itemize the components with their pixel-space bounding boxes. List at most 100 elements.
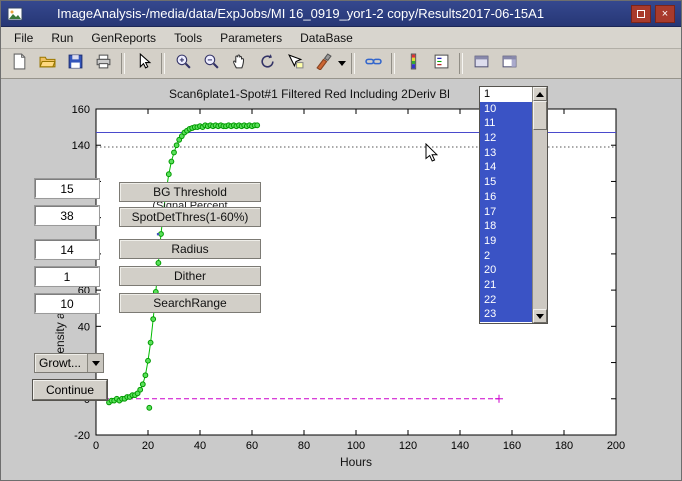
rotate-3d-button[interactable] <box>254 51 280 77</box>
x-tick-label: 180 <box>555 440 573 452</box>
param-input-radius[interactable] <box>35 240 99 259</box>
insert-colorbar-icon <box>405 53 422 75</box>
param-label-dither: Dither <box>119 266 261 286</box>
list-item-spot-11[interactable]: 11 <box>480 116 532 131</box>
app-window: ImageAnalysis-/media/data/ExpJobs/MI 16_… <box>0 0 682 481</box>
scroll-up-icon <box>536 92 544 97</box>
hide-plot-tools-button[interactable] <box>468 51 494 77</box>
plot-canvas: 020406080100120140160180200-200204060801… <box>1 79 682 481</box>
toolbar-separator <box>351 53 355 74</box>
list-item-spot-2[interactable]: 2 <box>480 249 532 264</box>
maximize-button[interactable] <box>631 5 651 23</box>
plot-title: Scan6plate1-Spot#1 Filtered Red Includin… <box>169 87 450 101</box>
x-tick-label: 60 <box>246 440 258 452</box>
list-item-spot-21[interactable]: 21 <box>480 278 532 293</box>
scrollbar-thumb[interactable] <box>533 101 547 130</box>
list-item-spot-18[interactable]: 18 <box>480 219 532 234</box>
link-plot-button[interactable] <box>360 51 386 77</box>
link-plot-icon <box>365 53 382 75</box>
list-item-spot-14[interactable]: 14 <box>480 160 532 175</box>
mouse-cursor <box>425 143 439 163</box>
print-button[interactable] <box>90 51 116 77</box>
list-item-spot-19[interactable]: 19 <box>480 234 532 249</box>
list-item-spot-16[interactable]: 16 <box>480 190 532 205</box>
show-plot-tools-icon <box>501 53 518 75</box>
chevron-down-icon[interactable] <box>87 354 103 372</box>
outlier-point <box>147 405 152 410</box>
zoom-out-button[interactable] <box>198 51 224 77</box>
close-button[interactable]: × <box>655 5 675 23</box>
edit-plot-button[interactable] <box>130 51 156 77</box>
list-item-spot-10[interactable]: 10 <box>480 102 532 117</box>
toolbar-separator <box>391 53 395 74</box>
menu-genreports[interactable]: GenReports <box>82 28 165 48</box>
list-item-spot-17[interactable]: 17 <box>480 205 532 220</box>
data-cursor-icon <box>287 53 304 75</box>
list-item-spot-22[interactable]: 22 <box>480 293 532 308</box>
new-file-icon <box>11 53 28 75</box>
listbox-scrollbar[interactable] <box>532 87 547 323</box>
param-input-dither[interactable] <box>35 267 99 286</box>
show-plot-tools-button[interactable] <box>496 51 522 77</box>
continue-button[interactable]: Continue <box>33 380 107 400</box>
toolbar-separator <box>121 53 125 74</box>
param-input-spotdetthres-1-60[interactable] <box>35 206 99 225</box>
x-tick-label: 100 <box>347 440 365 452</box>
open-folder-icon <box>39 53 56 75</box>
list-item-spot-20[interactable]: 20 <box>480 263 532 278</box>
save-button[interactable] <box>62 51 88 77</box>
x-tick-label: 160 <box>503 440 521 452</box>
new-file-button[interactable] <box>6 51 32 77</box>
menu-tools[interactable]: Tools <box>165 28 211 48</box>
growth-dropdown[interactable]: Growt... <box>34 353 104 373</box>
insert-colorbar-button[interactable] <box>400 51 426 77</box>
list-item-spot-1[interactable]: 1 <box>480 87 532 102</box>
param-label-radius: Radius <box>119 239 261 259</box>
y-tick-label: 160 <box>72 104 90 116</box>
param-input-searchrange[interactable] <box>35 294 99 313</box>
pan-button[interactable] <box>226 51 252 77</box>
rotate-3d-icon <box>259 53 276 75</box>
list-item-spot-13[interactable]: 13 <box>480 146 532 161</box>
param-label-bg-threshold: BG Threshold <box>119 182 261 202</box>
x-tick-label: 200 <box>607 440 625 452</box>
x-tick-label: 120 <box>399 440 417 452</box>
hide-plot-tools-icon <box>473 53 490 75</box>
y-tick-label: -20 <box>74 430 90 442</box>
growth-dropdown-label: Growt... <box>35 356 87 370</box>
mid-dot <box>157 233 159 235</box>
param-label-spotdetthres-1-60: SpotDetThres(1-60%) <box>119 207 261 227</box>
list-item-spot-15[interactable]: 15 <box>480 175 532 190</box>
zoom-in-button[interactable] <box>170 51 196 77</box>
x-tick-label: 20 <box>142 440 154 452</box>
menu-run[interactable]: Run <box>42 28 82 48</box>
data-cursor-button[interactable] <box>282 51 308 77</box>
toolbar-separator <box>161 53 165 74</box>
menu-bar: FileRunGenReportsToolsParametersDataBase <box>1 27 681 49</box>
list-item-spot-23[interactable]: 23 <box>480 307 532 322</box>
x-tick-label: 0 <box>93 440 99 452</box>
zoom-in-icon <box>175 53 192 75</box>
edit-plot-icon <box>135 53 152 75</box>
print-icon <box>95 53 112 75</box>
menu-parameters[interactable]: Parameters <box>211 28 291 48</box>
open-folder-button[interactable] <box>34 51 60 77</box>
title-bar[interactable]: ImageAnalysis-/media/data/ExpJobs/MI 16_… <box>1 1 681 27</box>
brush-dropdown-arrow[interactable] <box>337 52 347 76</box>
insert-legend-button[interactable] <box>428 51 454 77</box>
param-label-searchrange: SearchRange <box>119 293 261 313</box>
spot-list-items: 110111213141516171819220212223 <box>480 87 532 323</box>
scroll-down-button[interactable] <box>533 309 547 323</box>
x-tick-label: 80 <box>298 440 310 452</box>
brush-button[interactable] <box>310 51 336 77</box>
scroll-up-button[interactable] <box>533 87 547 101</box>
list-item-spot-12[interactable]: 12 <box>480 131 532 146</box>
param-input-bg-threshold[interactable] <box>35 179 99 198</box>
y-tick-label: 140 <box>72 140 90 152</box>
menu-file[interactable]: File <box>5 28 42 48</box>
scroll-down-icon <box>536 314 544 319</box>
maximize-icon <box>637 10 645 18</box>
toolbar <box>1 49 681 79</box>
spot-number-listbox: 110111213141516171819220212223 <box>479 86 548 324</box>
menu-database[interactable]: DataBase <box>291 28 362 48</box>
